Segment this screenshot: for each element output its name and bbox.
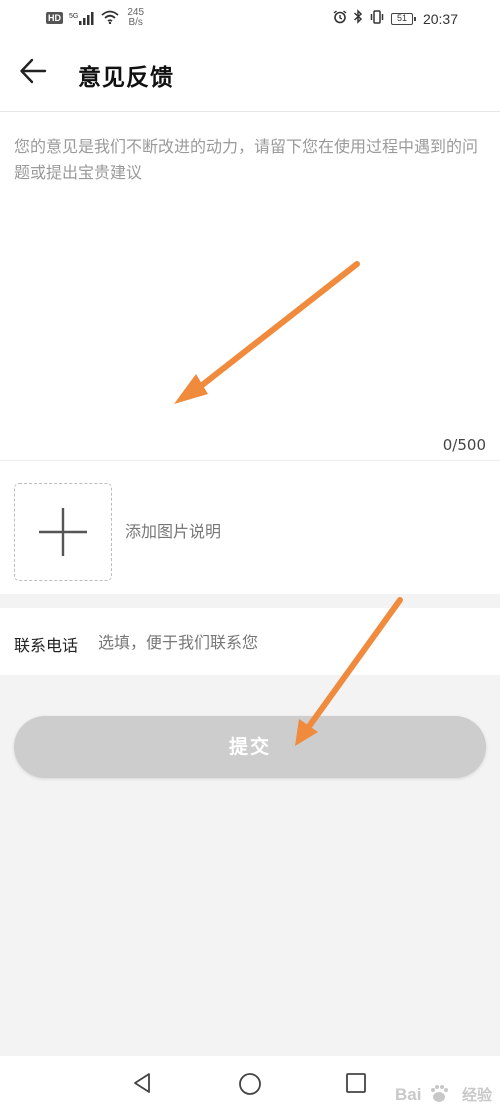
triangle-back-icon [134,1073,150,1093]
hd-badge: HD [46,12,63,24]
image-upload-section: 添加图片说明 [0,461,500,594]
wifi-icon [101,9,119,28]
feedback-section: 0/500 [0,112,500,461]
svg-text:Bai: Bai [395,1085,421,1104]
feedback-textarea[interactable] [14,134,486,434]
paw-logo-icon: Bai [395,1085,448,1104]
arrow-left-icon [20,58,47,84]
clock: 20:37 [422,10,458,27]
system-nav-bar: Bai 经验 [0,1056,500,1111]
back-button[interactable] [18,56,58,92]
contact-phone-input[interactable] [98,624,478,660]
network-type: 5G [69,12,79,20]
bluetooth-icon [353,9,363,28]
battery-icon: 51 [390,12,416,25]
vibrate-icon [369,9,385,28]
network-speed: 245 B/s [127,8,144,28]
contact-label: 联系电话 [14,636,79,655]
baidu-watermark: Bai 经验 [395,1083,492,1105]
status-bar: HD 5G 245 B/s 51 20:37 [0,0,500,36]
nav-recents-button[interactable] [345,1072,367,1098]
plus-icon [39,508,87,556]
square-recents-icon [346,1073,366,1093]
speed-unit: B/s [128,17,143,28]
status-bar-left: HD 5G 245 B/s [46,8,144,28]
app-header: 意见反馈 [0,36,500,112]
status-bar-right: 51 20:37 [333,9,458,28]
nav-back-button[interactable] [131,1072,153,1098]
add-image-button[interactable] [14,483,112,581]
char-counter: 0/500 [442,436,486,454]
nav-home-button[interactable] [238,1072,262,1100]
watermark-text: 经验 [461,1086,492,1104]
alarm-icon [333,9,347,28]
page-title: 意见反馈 [78,65,174,91]
signal-icon: 5G [69,11,95,25]
contact-row: 联系电话 [0,608,500,675]
submit-button[interactable]: 提交 [14,716,486,778]
circle-home-icon [239,1073,261,1095]
add-image-label: 添加图片说明 [125,522,222,541]
